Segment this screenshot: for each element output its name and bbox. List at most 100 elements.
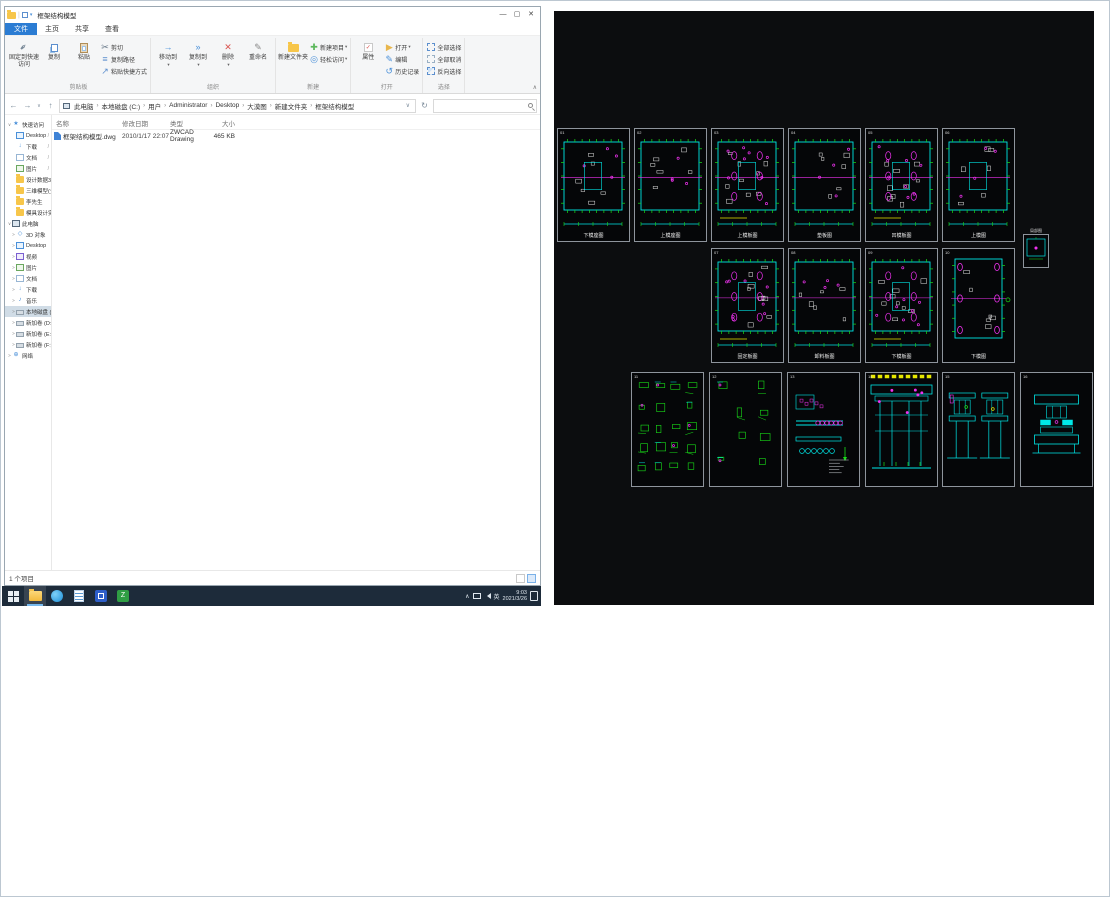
history-button[interactable]: ↺ 历史记录: [384, 65, 420, 77]
view-large-icons-button[interactable]: [527, 573, 536, 583]
cad-drawing-caption: 下模图: [970, 354, 986, 360]
delete-button[interactable]: ✕ 删除 ▾: [213, 38, 243, 70]
cad-drawing: [792, 259, 856, 347]
tray-clock[interactable]: 9:03 2021/3/26: [503, 590, 527, 603]
maximize-button[interactable]: ▢: [510, 7, 524, 23]
easy-access-button[interactable]: ◎ 轻松访问 ▾: [309, 53, 347, 65]
new-item-button[interactable]: ✚ 新建项目 ▾: [309, 41, 347, 53]
cad-drawing-caption: 上模板图: [737, 233, 758, 239]
tab-share[interactable]: 共享: [67, 23, 97, 35]
ribbon-collapse-icon[interactable]: ∧: [533, 84, 537, 91]
pin-to-quick-access-button[interactable]: ✒ 固定到快速访问: [9, 38, 39, 70]
tab-view[interactable]: 查看: [97, 23, 127, 35]
recent-locations-icon[interactable]: ∨: [36, 103, 42, 109]
taskbar-explorer[interactable]: [24, 586, 46, 606]
search-input[interactable]: [433, 98, 537, 113]
sidebar-section-2[interactable]: > ⊕ 网络: [5, 350, 51, 361]
breadcrumb-segment[interactable]: 新建文件夹: [273, 101, 310, 111]
properties-button-label: 属性: [362, 55, 375, 61]
back-icon[interactable]: ←: [8, 101, 19, 110]
sidebar-item[interactable]: > 新加卷 (F:): [5, 339, 51, 350]
tray-ime-indicator[interactable]: 英: [494, 592, 500, 601]
sidebar-item[interactable]: > 图片: [5, 262, 51, 273]
cut-button[interactable]: ✂ 剪切: [100, 41, 147, 53]
paste-shortcut-button[interactable]: ↗ 粘贴快捷方式: [100, 65, 147, 77]
taskbar-app-green[interactable]: Z: [112, 586, 134, 606]
edit-button[interactable]: ✎ 编辑: [384, 53, 419, 65]
new-folder-button[interactable]: 新建文件夹: [278, 38, 308, 64]
sidebar-item[interactable]: > 视频: [5, 251, 51, 262]
mon-icon: [16, 242, 24, 249]
breadcrumb-segment[interactable]: 大漠图: [245, 101, 269, 111]
quick-access-toolbar[interactable]: | ▾: [18, 12, 32, 19]
sidebar-item[interactable]: 文档 /: [5, 152, 51, 163]
select-all-button[interactable]: 全部选择: [426, 41, 461, 53]
move-to-button[interactable]: → 移动到 ▾: [153, 38, 183, 70]
minimize-button[interactable]: —: [496, 7, 510, 23]
breadcrumb-segment[interactable]: 本地磁盘 (C:): [100, 101, 143, 111]
qat-view-icon[interactable]: [21, 12, 28, 18]
copy-to-button[interactable]: » 复制到 ▾: [183, 38, 213, 70]
tray-chevron-icon[interactable]: ∧: [465, 593, 469, 600]
sidebar-item[interactable]: 设计数据3d户型图: [5, 174, 51, 185]
taskbar-app-blue[interactable]: [90, 586, 112, 606]
invert-selection-button[interactable]: 反向选择: [426, 65, 461, 77]
sidebar-item[interactable]: > ◇ 3D 对象: [5, 229, 51, 240]
view-details-button[interactable]: [516, 573, 525, 583]
item-count: 1 个项目: [9, 576, 34, 583]
column-header[interactable]: 修改日期: [122, 118, 170, 128]
select-none-button[interactable]: 全部取消: [426, 53, 461, 65]
sidebar-item[interactable]: Desktop /: [5, 130, 51, 141]
breadcrumb-segment[interactable]: 此电脑: [72, 101, 96, 111]
up-icon[interactable]: ↑: [45, 101, 56, 110]
sidebar-item[interactable]: 图片 /: [5, 163, 51, 174]
breadcrumb-segment[interactable]: Desktop: [213, 102, 241, 109]
notification-center-icon[interactable]: [530, 591, 538, 601]
breadcrumb-segment[interactable]: 用户: [146, 101, 163, 111]
sidebar-item[interactable]: 李先生: [5, 196, 51, 207]
taskbar-browser[interactable]: [46, 586, 68, 606]
close-button[interactable]: ✕: [524, 7, 538, 23]
column-header[interactable]: 类型: [170, 118, 212, 128]
tab-home[interactable]: 主页: [37, 23, 67, 35]
sidebar-item[interactable]: 模具设计实例图: [5, 207, 51, 218]
sidebar-item[interactable]: > 文档: [5, 273, 51, 284]
tray-monitor-icon[interactable]: [472, 593, 481, 599]
ribbon-tabs: 文件 主页 共享 查看: [5, 23, 540, 36]
sidebar-item[interactable]: > Desktop: [5, 240, 51, 251]
copy-button[interactable]: 复制: [39, 38, 69, 64]
sidebar-item[interactable]: ↓ 下载 /: [5, 141, 51, 152]
copy-path-button[interactable]: ≡ 复制路径: [100, 53, 147, 65]
rename-button[interactable]: ✎ 重命名: [243, 38, 273, 64]
cad-drawing-number: 15: [945, 374, 950, 379]
tray-volume-icon[interactable]: [484, 593, 491, 599]
tab-file[interactable]: 文件: [5, 23, 37, 35]
mus-icon: ♪: [18, 297, 22, 303]
table-row[interactable]: 框架结构模型.dwg 2010/1/17 22:07 ZWCAD Drawing 46…: [52, 129, 540, 143]
column-header[interactable]: 大小: [212, 118, 238, 128]
properties-button[interactable]: ✓ 属性: [353, 38, 383, 64]
sidebar-item[interactable]: 三维模型(企业图库): [5, 185, 51, 196]
sidebar-item[interactable]: > 新加卷 (D:): [5, 317, 51, 328]
pin-icon: /: [47, 165, 49, 172]
sidebar-item[interactable]: > ↓ 下载: [5, 284, 51, 295]
refresh-icon[interactable]: ↻: [419, 101, 430, 110]
open-button[interactable]: ▶ 打开 ▾: [384, 41, 419, 53]
paste-button[interactable]: 粘贴: [69, 38, 99, 64]
sidebar-item[interactable]: > 新加卷 (E:): [5, 328, 51, 339]
taskbar-start-button[interactable]: [2, 586, 24, 606]
sidebar-item[interactable]: >本地磁盘 (C:): [5, 306, 51, 317]
taskbar-docs[interactable]: [68, 586, 90, 606]
forward-icon[interactable]: →: [22, 101, 33, 110]
qat-customize-icon[interactable]: ▾: [30, 12, 33, 18]
sidebar-section-0[interactable]: ∨ ★ 快速访问: [5, 119, 51, 130]
breadcrumb-segment[interactable]: 框架结构模型: [313, 101, 356, 111]
folder-icon: [16, 207, 24, 216]
column-header[interactable]: 名称: [52, 118, 122, 128]
address-dropdown-icon[interactable]: ∨: [404, 102, 412, 109]
breadcrumb-segment[interactable]: Administrator: [167, 102, 209, 109]
breadcrumb[interactable]: 此电脑 › 本地磁盘 (C:) › 用户 › Administrator › Desktop › 大…: [59, 98, 416, 113]
sidebar-item[interactable]: > ♪ 音乐: [5, 295, 51, 306]
sidebar-item-label: Desktop: [26, 242, 47, 249]
sidebar-section-1[interactable]: ∨ 此电脑: [5, 218, 51, 229]
